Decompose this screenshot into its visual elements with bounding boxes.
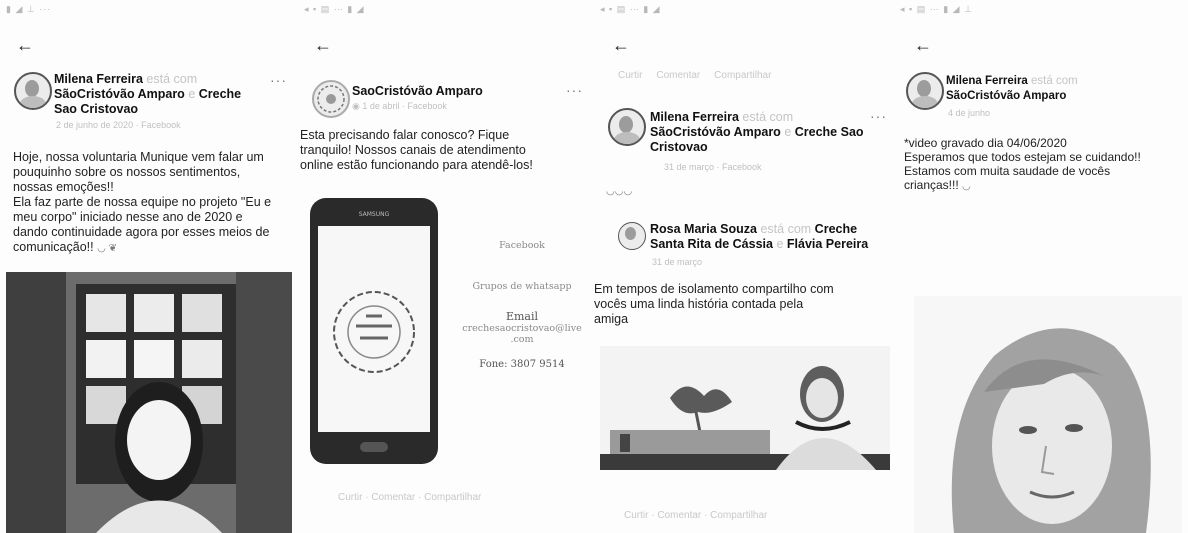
status-bar: ◂ ▪ ▤ ⋯ ▮ ◢ ⊥ (900, 4, 973, 14)
emoji-icon: ◡◡◡ (606, 186, 633, 197)
info-phone: Fone: 3807 9514 (479, 359, 565, 370)
post-text: Esta precisando falar conosco? Fique tra… (300, 128, 585, 173)
post-text: Em tempos de isolamento compartilho com … (594, 282, 889, 327)
text-line: amiga (594, 312, 629, 326)
post-author: Milena Ferreira está com SãoCristóvão Am… (54, 72, 264, 117)
globe-icon: ◉ (352, 101, 360, 111)
smartphone-image[interactable]: SAMSUNG (308, 196, 440, 466)
text-line: meu corpo" iniciado nesse ano de 2020 e (13, 210, 243, 224)
author-name[interactable]: Milena Ferreira (54, 72, 143, 86)
more-options-icon[interactable]: ··· (270, 72, 287, 88)
author-action: está com (146, 72, 198, 86)
post-panel-1: ▮ ◢ ⊥ ··· ← ··· Milena Ferreira está com… (0, 0, 298, 533)
tagged-page[interactable]: SãoCristóvão Amparo (650, 125, 781, 139)
shared-author-name[interactable]: Rosa Maria Souza (650, 222, 757, 236)
header-links: Curtir Comentar Compartilhar (618, 70, 771, 81)
author-avatar[interactable] (14, 72, 52, 110)
share-link[interactable]: Compartilhar (714, 70, 771, 81)
back-arrow-icon[interactable]: ← (914, 36, 932, 54)
post-meta: 31 de março · Facebook (664, 162, 762, 172)
author-name[interactable]: Milena Ferreira (946, 75, 1028, 87)
author-avatar[interactable] (608, 108, 646, 146)
screenshot-strip: ▮ ◢ ⊥ ··· ← ··· Milena Ferreira está com… (0, 0, 1188, 533)
info-email-label: Email (505, 310, 539, 323)
text-line: Em tempos de isolamento compartilho com (594, 282, 834, 296)
text-line: tranquilo! Nossos canais de atendimento (300, 143, 526, 157)
shared-author-avatar[interactable] (618, 222, 646, 250)
shared-tag-2[interactable]: Santa Rita de Cássia (650, 237, 773, 251)
emoji-icon: ◡ (962, 181, 971, 192)
post-meta: 4 de junho (948, 108, 991, 118)
text-line: crianças!!! (904, 178, 959, 192)
back-arrow-icon[interactable]: ← (16, 36, 34, 54)
comment-link[interactable]: Comentar (656, 70, 700, 81)
author-action: está com (1031, 75, 1078, 87)
tagged-page[interactable]: SãoCristóvão Amparo (946, 90, 1066, 102)
text-line: Hoje, nossa voluntaria Munique vem falar… (13, 150, 264, 164)
info-email: crechesaocristovao@live (462, 323, 582, 334)
text-line: Estamos com muita saudade de vocês (904, 164, 1111, 178)
action-bar[interactable]: Curtir · Comentar · Compartilhar (338, 492, 481, 503)
emoji-icon: ◡ ❦ (97, 243, 117, 254)
shared-action: está com (760, 222, 812, 236)
text-line: dando continuidade agora por esses meios… (13, 225, 270, 239)
video-thumbnail[interactable] (6, 272, 292, 533)
post-panel-3: ◂ ▪ ▤ ⋯ ▮ ◢ ← Curtir Comentar Compartilh… (594, 0, 894, 533)
shared-connector: e (776, 237, 784, 251)
text-line: Esta precisando falar conosco? Fique (300, 128, 510, 142)
connector: e (784, 125, 792, 139)
author-avatar[interactable] (906, 72, 944, 110)
post-panel-4: ◂ ▪ ▤ ⋯ ▮ ◢ ⊥ ← Milena Ferreira está com… (894, 0, 1188, 533)
text-line: Ela faz parte de nossa equipe no projeto… (13, 195, 272, 209)
status-bar: ◂ ▪ ▤ ⋯ ▮ ◢ (304, 4, 365, 14)
status-bar: ▮ ◢ ⊥ ··· (6, 4, 52, 14)
contact-info: Facebook Grupos de whatsapp Email creche… (450, 240, 594, 370)
text-line: nossas emoções!! (13, 180, 114, 194)
status-bar: ◂ ▪ ▤ ⋯ ▮ ◢ (600, 4, 661, 14)
video-thumbnail[interactable] (914, 296, 1182, 533)
more-options-icon[interactable]: ··· (566, 82, 583, 98)
shared-tag-1[interactable]: Creche (815, 222, 857, 236)
author-name[interactable]: Milena Ferreira (650, 110, 739, 124)
info-facebook: Facebook (499, 240, 545, 251)
text-line: online estão funcionando para atendê-los… (300, 158, 533, 172)
text-line: comunicação!! (13, 240, 94, 254)
back-arrow-icon[interactable]: ← (314, 36, 332, 54)
author-action: está com (742, 110, 794, 124)
info-whatsapp: Grupos de whatsapp (472, 281, 572, 292)
post-author: Milena Ferreira está com SãoCristóvão Am… (946, 74, 1166, 104)
post-panel-2: ◂ ▪ ▤ ⋯ ▮ ◢ ← ··· SaoCristóvão Amparo ◉ … (298, 0, 594, 533)
text-line: pouquinho sobre os nossos sentimentos, (13, 165, 241, 179)
more-options-icon[interactable]: ··· (870, 108, 887, 124)
like-link[interactable]: Curtir (618, 70, 642, 81)
post-text: *video gravado dia 04/06/2020 Esperamos … (904, 136, 1184, 194)
tagged-page[interactable]: SãoCristóvão Amparo (54, 87, 185, 101)
back-arrow-icon[interactable]: ← (612, 36, 630, 54)
shared-post-author: Rosa Maria Souza está com Creche Santa R… (650, 222, 890, 252)
connector: e (188, 87, 196, 101)
post-meta: 2 de junho de 2020 · Facebook (56, 120, 181, 130)
text-line: Esperamos que todos estejam se cuidando!… (904, 150, 1141, 164)
text-line: *video gravado dia 04/06/2020 (904, 136, 1067, 150)
video-thumbnail[interactable] (600, 346, 890, 470)
action-bar[interactable]: Curtir · Comentar · Compartilhar (624, 510, 767, 521)
page-avatar[interactable] (312, 80, 350, 118)
info-email-domain: .com (510, 334, 534, 345)
shared-tag-3[interactable]: Flávia Pereira (787, 237, 868, 251)
post-meta: ◉ 1 de abril · Facebook (352, 101, 447, 111)
post-author: Milena Ferreira está com SãoCristóvão Am… (650, 110, 865, 155)
text-line: vocês uma linda história contada pela (594, 297, 804, 311)
shared-meta: 31 de março (652, 257, 703, 267)
post-text: Hoje, nossa voluntaria Munique vem falar… (13, 150, 293, 256)
phone-brand: SAMSUNG (359, 211, 390, 218)
page-name[interactable]: SaoCristóvão Amparo (352, 84, 483, 99)
